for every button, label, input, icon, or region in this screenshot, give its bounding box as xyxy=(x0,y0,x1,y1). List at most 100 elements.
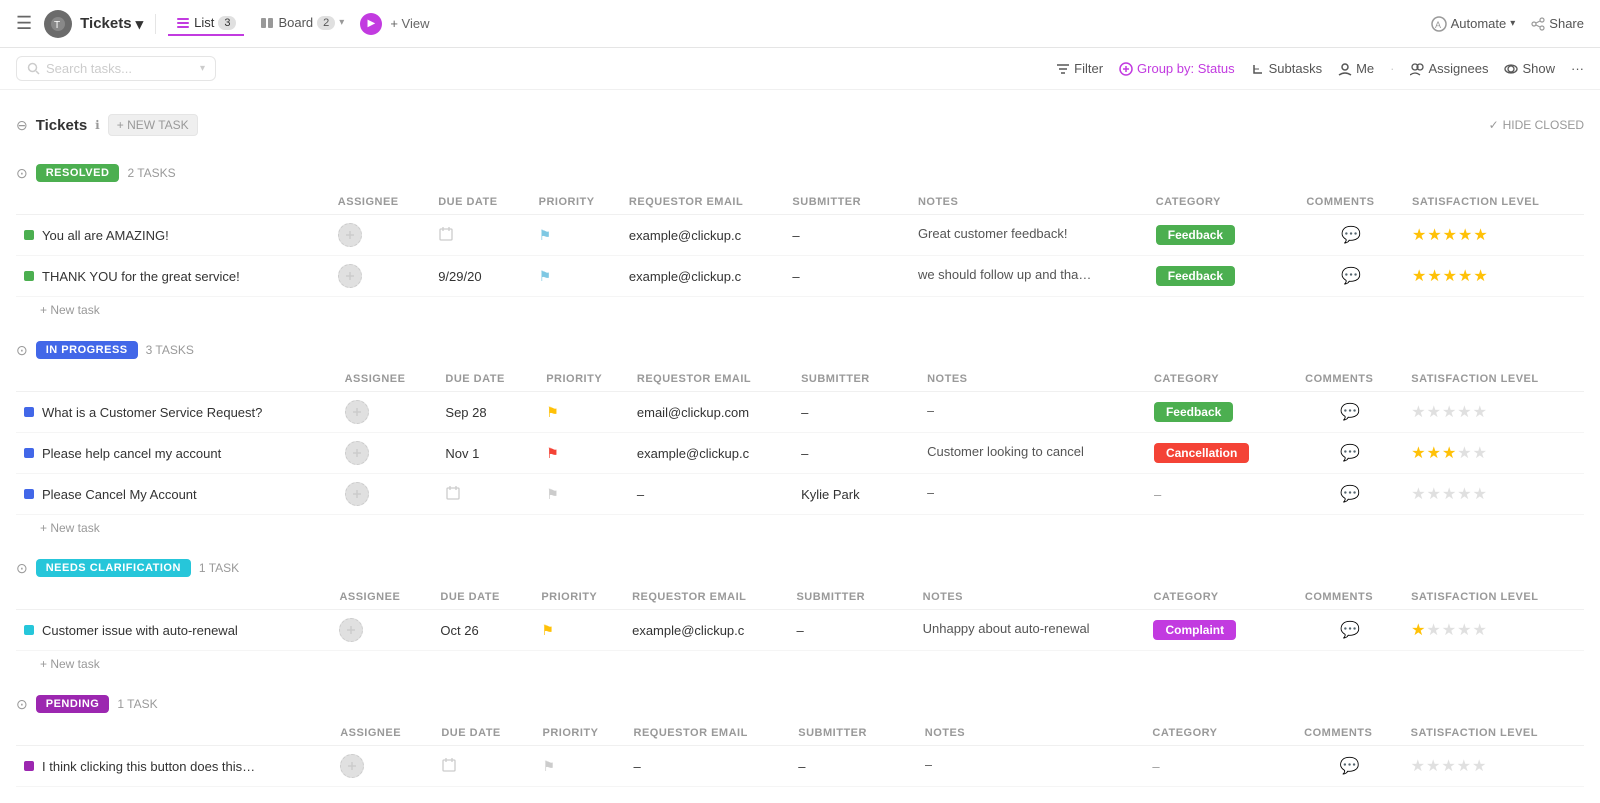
category-badge[interactable]: Feedback xyxy=(1154,402,1233,422)
task-name-cell[interactable]: I think clicking this button does this… xyxy=(16,746,332,787)
assignee-avatar[interactable] xyxy=(345,441,369,465)
task-name[interactable]: I think clicking this button does this… xyxy=(42,759,255,774)
task-name[interactable]: THANK YOU for the great service! xyxy=(42,269,240,284)
task-name[interactable]: What is a Customer Service Request? xyxy=(42,405,262,420)
task-name-cell[interactable]: What is a Customer Service Request? xyxy=(16,392,337,433)
play-icon[interactable]: ▶ xyxy=(360,13,382,35)
more-options-button[interactable]: ··· xyxy=(1571,61,1584,76)
resolved-new-task[interactable]: + New task xyxy=(16,297,1584,325)
nav-right: A Automate ▾ Share xyxy=(1431,16,1584,32)
comments-cell[interactable]: 💬 xyxy=(1298,256,1404,297)
submitter-value: – xyxy=(798,759,805,774)
comments-cell[interactable]: 💬 xyxy=(1297,433,1403,474)
notes-value: we should follow up and tha… xyxy=(918,267,1091,282)
comment-icon[interactable]: 💬 xyxy=(1340,622,1360,639)
due-date[interactable]: Sep 28 xyxy=(445,405,486,420)
pending-table: ASSIGNEE DUE DATE PRIORITY REQUESTOR EMA… xyxy=(16,721,1584,787)
project-title[interactable]: Tickets ▾ xyxy=(80,15,143,33)
assignee-avatar[interactable] xyxy=(338,223,362,247)
share-button[interactable]: Share xyxy=(1531,16,1584,31)
comment-icon[interactable]: 💬 xyxy=(1341,227,1361,244)
group-toggle-resolved[interactable]: ⊙ xyxy=(16,165,28,182)
group-pending: ⊙ PENDING 1 TASK ASSIGNEE DUE DATE PRIOR… xyxy=(16,695,1584,787)
task-name-cell[interactable]: THANK YOU for the great service! xyxy=(16,256,330,297)
group-toggle-pending[interactable]: ⊙ xyxy=(16,696,28,713)
due-date-cell: Oct 26 xyxy=(432,610,533,651)
tab-board[interactable]: Board 2 ▾ xyxy=(252,11,352,36)
task-name-cell[interactable]: Please Cancel My Account xyxy=(16,474,337,515)
assignee-avatar[interactable] xyxy=(345,482,369,506)
col-header-task-ip xyxy=(16,367,337,392)
comments-cell[interactable]: 💬 xyxy=(1296,746,1402,787)
group-by-button[interactable]: Group by: Status xyxy=(1119,61,1235,76)
due-date-cell: Sep 28 xyxy=(437,392,538,433)
due-date[interactable]: 9/29/20 xyxy=(438,269,481,284)
subtasks-button[interactable]: Subtasks xyxy=(1251,61,1322,76)
automate-button[interactable]: A Automate ▾ xyxy=(1431,16,1516,32)
task-name[interactable]: Please Cancel My Account xyxy=(42,487,197,502)
assignee-avatar[interactable] xyxy=(338,264,362,288)
star-empty: ★ xyxy=(1473,402,1487,422)
add-assignee-icon xyxy=(351,406,363,418)
group-needs-clarification: ⊙ NEEDS CLARIFICATION 1 TASK ASSIGNEE DU… xyxy=(16,559,1584,679)
tickets-toggle-icon[interactable]: ⊖ xyxy=(16,117,28,134)
assignee-avatar[interactable] xyxy=(339,618,363,642)
show-button[interactable]: Show xyxy=(1504,61,1555,76)
comments-cell[interactable]: 💬 xyxy=(1297,474,1403,515)
svg-text:A: A xyxy=(1435,20,1441,30)
category-badge[interactable]: Feedback xyxy=(1156,225,1235,245)
menu-icon[interactable]: ☰ xyxy=(16,13,32,34)
calendar-icon[interactable] xyxy=(445,485,461,501)
search-input[interactable]: Search tasks... ▾ xyxy=(16,56,216,81)
comments-cell[interactable]: 💬 xyxy=(1297,392,1403,433)
me-button[interactable]: Me xyxy=(1338,61,1374,76)
comment-icon[interactable]: 💬 xyxy=(1339,758,1359,775)
task-name[interactable]: You all are AMAZING! xyxy=(42,228,169,243)
task-name-cell[interactable]: Please help cancel my account xyxy=(16,433,337,474)
task-name[interactable]: Please help cancel my account xyxy=(42,446,221,461)
task-name[interactable]: Customer issue with auto-renewal xyxy=(42,623,238,638)
show-icon xyxy=(1504,62,1518,76)
group-toggle-nc[interactable]: ⊙ xyxy=(16,560,28,577)
info-icon[interactable]: ℹ xyxy=(95,118,100,132)
group-toggle-in-progress[interactable]: ⊙ xyxy=(16,342,28,359)
comment-icon[interactable]: 💬 xyxy=(1340,486,1360,503)
calendar-icon[interactable] xyxy=(438,226,454,242)
comment-icon[interactable]: 💬 xyxy=(1341,268,1361,285)
task-name-cell[interactable]: Customer issue with auto-renewal xyxy=(16,610,331,651)
satisfaction-stars: ★★★★★ xyxy=(1411,756,1576,776)
new-task-header-button[interactable]: + NEW TASK xyxy=(108,114,198,136)
comments-cell[interactable]: 💬 xyxy=(1298,215,1404,256)
col-header-notes-ip: NOTES xyxy=(919,367,1146,392)
task-color-dot xyxy=(24,761,34,771)
in-progress-new-task[interactable]: + New task xyxy=(16,515,1584,543)
assignee-cell xyxy=(337,433,438,474)
comment-icon[interactable]: 💬 xyxy=(1340,445,1360,462)
tab-list[interactable]: List 3 xyxy=(168,11,244,36)
task-color-dot xyxy=(24,489,34,499)
add-view-button[interactable]: + View xyxy=(390,16,429,31)
hide-closed-button[interactable]: ✓ HIDE CLOSED xyxy=(1489,118,1584,132)
assignees-button[interactable]: Assignees xyxy=(1410,61,1488,76)
subtasks-icon xyxy=(1251,62,1265,76)
category-badge[interactable]: Complaint xyxy=(1153,620,1236,640)
notes-cell: – xyxy=(917,746,1145,787)
notes-cell: – xyxy=(919,474,1146,515)
task-name-cell[interactable]: You all are AMAZING! xyxy=(16,215,330,256)
filter-button[interactable]: Filter xyxy=(1056,61,1103,76)
category-badge[interactable]: Cancellation xyxy=(1154,443,1249,463)
group-task-count-in-progress: 3 TASKS xyxy=(146,343,194,357)
comment-icon[interactable]: 💬 xyxy=(1340,404,1360,421)
nc-new-task[interactable]: + New task xyxy=(16,651,1584,679)
assignee-avatar[interactable] xyxy=(340,754,364,778)
table-row: Please Cancel My Account ⚑ – Kylie Park … xyxy=(16,474,1584,515)
due-date[interactable]: Nov 1 xyxy=(445,446,479,461)
comments-cell[interactable]: 💬 xyxy=(1297,610,1403,651)
due-date[interactable]: Oct 26 xyxy=(440,623,478,638)
board-icon xyxy=(260,16,274,30)
star-empty: ★ xyxy=(1442,620,1456,640)
calendar-icon[interactable] xyxy=(441,757,457,773)
assignee-avatar[interactable] xyxy=(345,400,369,424)
table-row: You all are AMAZING! ⚑ example@clickup.c… xyxy=(16,215,1584,256)
category-badge[interactable]: Feedback xyxy=(1156,266,1235,286)
